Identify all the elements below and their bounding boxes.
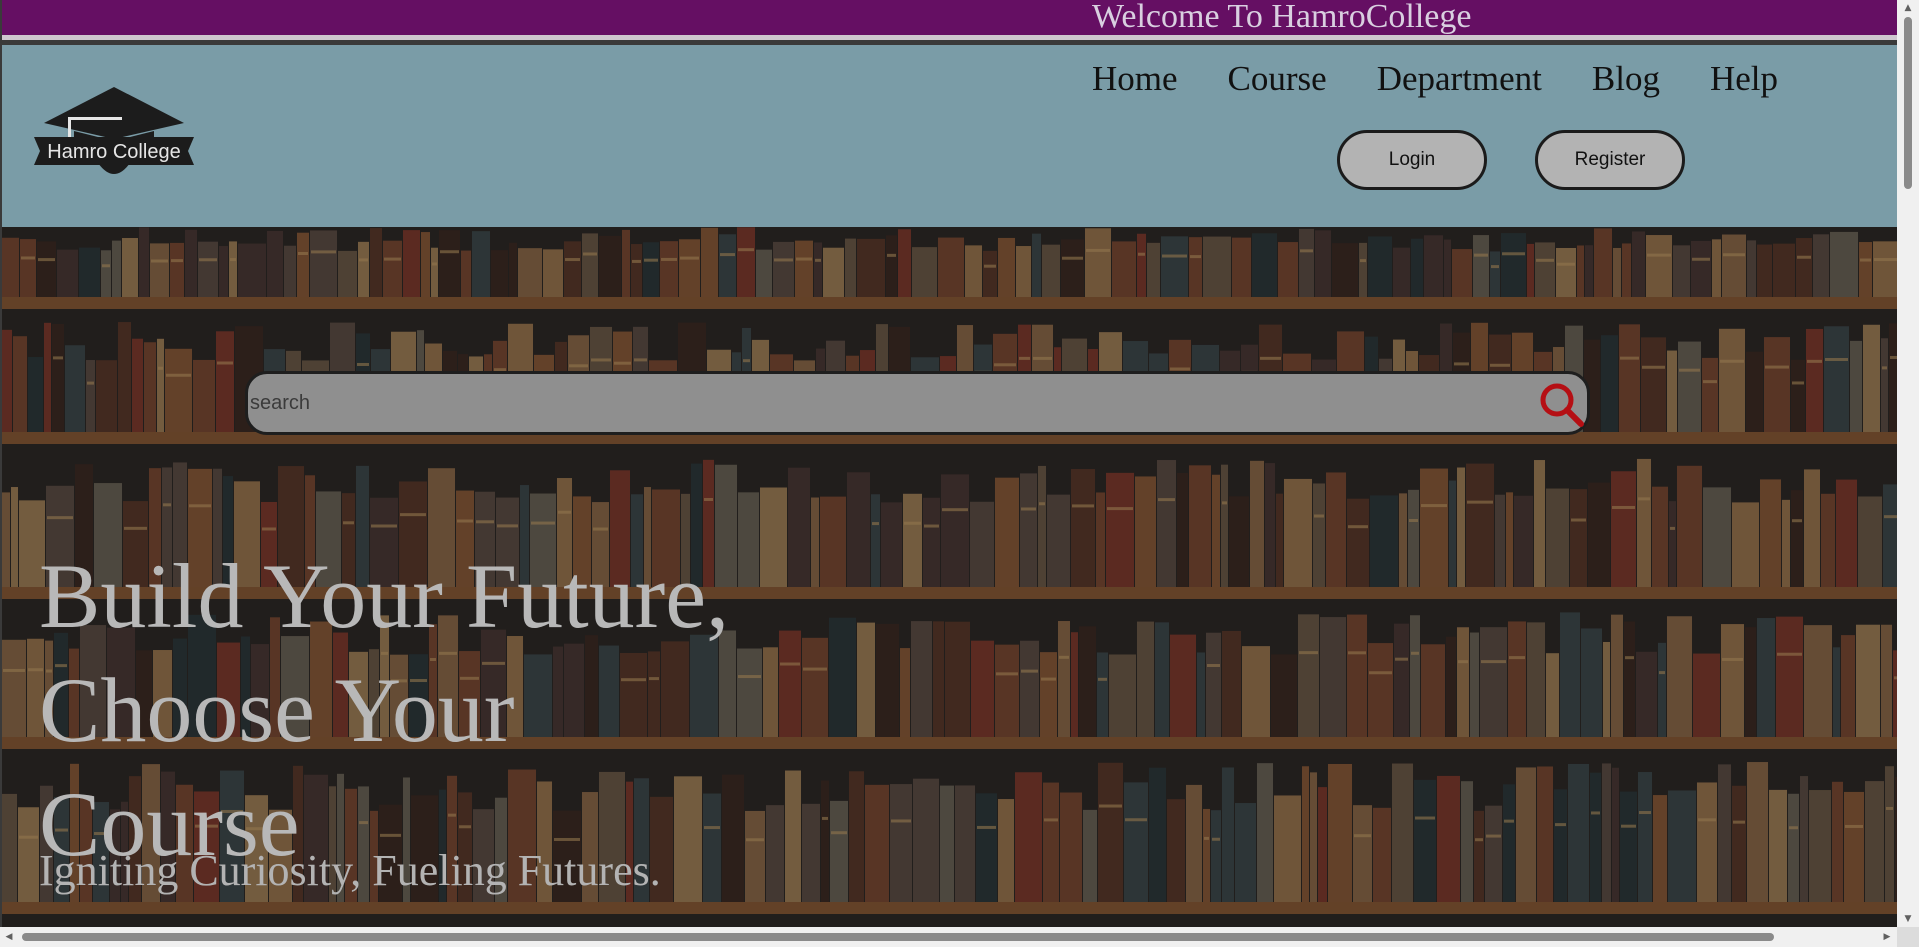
register-button[interactable]: Register bbox=[1535, 130, 1685, 190]
scroll-up-arrow-icon[interactable]: ▲ bbox=[1897, 0, 1919, 16]
search-icon[interactable] bbox=[1537, 380, 1585, 428]
headline-line-1: Build Your Future, bbox=[39, 545, 730, 647]
nav-department[interactable]: Department bbox=[1377, 59, 1542, 99]
headline-line-2: Choose Your bbox=[39, 659, 515, 761]
logo-text: Hamro College bbox=[47, 141, 180, 163]
hero-headline: Build Your Future, Choose Your Course bbox=[39, 539, 839, 881]
welcome-text: Welcome To HamroCollege bbox=[1092, 0, 1472, 35]
hero-section: Build Your Future, Choose Your Course Ig… bbox=[2, 227, 1897, 927]
horizontal-scrollbar[interactable]: ◀ ▶ bbox=[0, 927, 1897, 947]
nav-home[interactable]: Home bbox=[1092, 59, 1178, 99]
nav-help[interactable]: Help bbox=[1710, 59, 1778, 99]
search-input[interactable] bbox=[248, 374, 1518, 432]
nav-blog[interactable]: Blog bbox=[1592, 59, 1660, 99]
scroll-left-arrow-icon[interactable]: ◀ bbox=[0, 927, 18, 947]
nav-course[interactable]: Course bbox=[1228, 59, 1327, 99]
scroll-right-arrow-icon[interactable]: ▶ bbox=[1878, 927, 1896, 947]
hero-tagline: Igniting Curiosity, Fueling Futures. bbox=[39, 846, 661, 895]
horizontal-scroll-thumb[interactable] bbox=[22, 933, 1774, 941]
login-button[interactable]: Login bbox=[1337, 130, 1487, 190]
site-header: Hamro College Home Course Department Blo… bbox=[2, 45, 1897, 227]
scroll-down-arrow-icon[interactable]: ▼ bbox=[1897, 911, 1919, 927]
main-nav: Home Course Department Blog Help bbox=[1092, 59, 1828, 99]
vertical-scrollbar[interactable]: ▲ ▼ bbox=[1897, 0, 1919, 927]
college-logo[interactable]: Hamro College bbox=[34, 87, 194, 187]
graduation-cap-logo-icon: Hamro College bbox=[34, 87, 194, 174]
search-bar bbox=[245, 371, 1590, 435]
welcome-bar: Welcome To HamroCollege bbox=[2, 0, 1897, 40]
vertical-scroll-thumb[interactable] bbox=[1904, 17, 1912, 189]
page: Welcome To HamroCollege Hamro College Ho… bbox=[2, 0, 1897, 927]
scrollbar-corner bbox=[1897, 927, 1919, 947]
